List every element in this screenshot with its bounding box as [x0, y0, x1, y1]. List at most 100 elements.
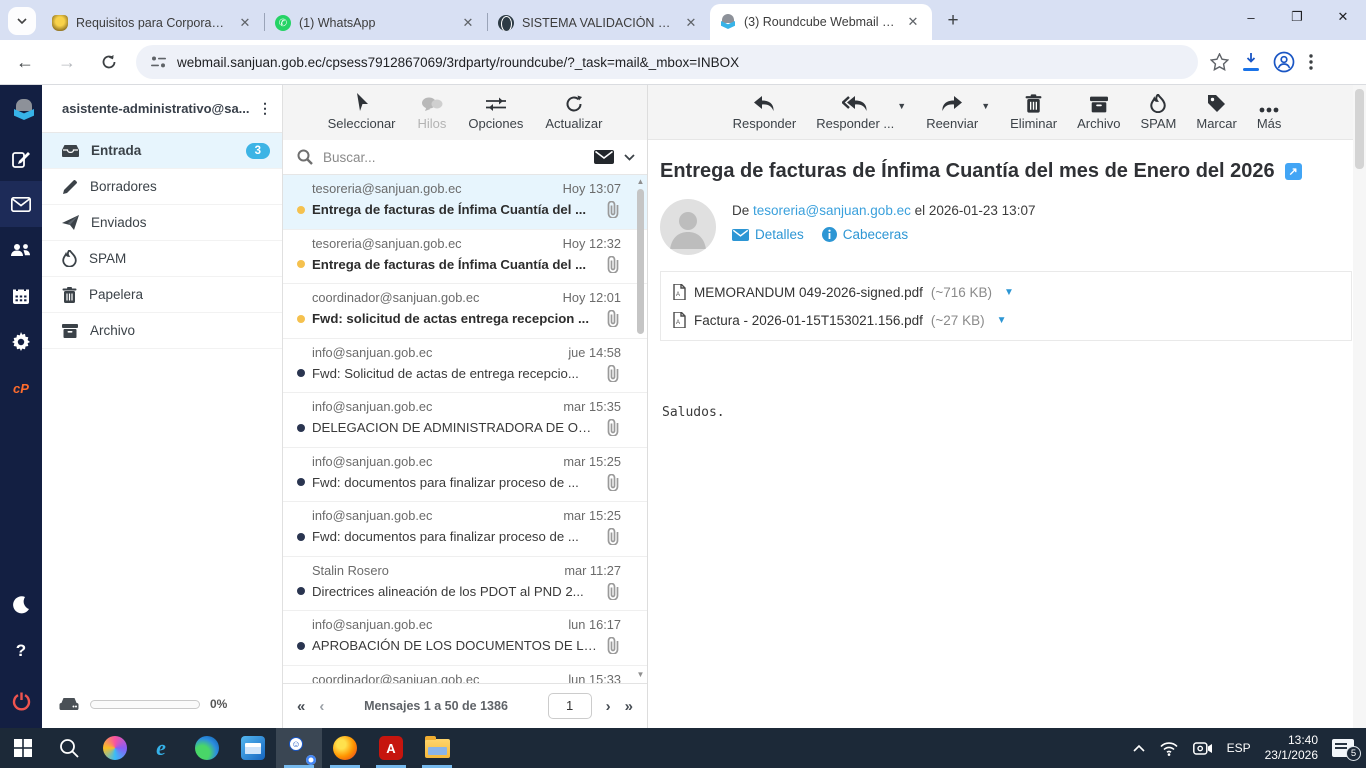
open-in-new-window-icon[interactable]: ↗ [1284, 163, 1302, 180]
copilot-icon[interactable] [92, 728, 138, 768]
list-item[interactable]: info@sanjuan.gob.ec jue 14:58 Fwd: Solici… [283, 339, 647, 393]
tray-expand-chevron-icon[interactable] [1133, 744, 1145, 752]
refresh-button[interactable]: Actualizar [545, 91, 602, 131]
notifications-icon[interactable]: 5 [1332, 739, 1361, 761]
edge-icon[interactable] [184, 728, 230, 768]
sidebar-item-entrada[interactable]: Entrada 3 [42, 133, 282, 169]
tab-requisitos[interactable]: Requisitos para Corporaciones ✕ [42, 6, 264, 40]
forward-button[interactable]: Reenviar [926, 91, 978, 131]
internet-explorer-icon[interactable]: e [138, 728, 184, 768]
sidebar-item-papelera[interactable]: Papelera [42, 277, 282, 313]
list-item[interactable]: info@sanjuan.gob.ec lun 16:17 APROBACIÓN … [283, 611, 647, 666]
outlook-icon[interactable] [230, 728, 276, 768]
sidebar-item-borradores[interactable]: Borradores [42, 169, 282, 205]
list-item[interactable]: tesoreria@sanjuan.gob.ec Hoy 12:32 Entreg… [283, 230, 647, 284]
delete-button[interactable]: Eliminar [1010, 91, 1057, 131]
details-link[interactable]: Detalles [732, 227, 804, 242]
headers-link[interactable]: Cabeceras [821, 227, 908, 242]
reader-scrollbar[interactable] [1353, 85, 1366, 728]
attachment-menu-caret-icon[interactable]: ▼ [997, 315, 1007, 326]
list-item[interactable]: info@sanjuan.gob.ec mar 15:25 Fwd: docume… [283, 502, 647, 557]
firefox-icon[interactable] [322, 728, 368, 768]
next-page-button[interactable]: › [606, 698, 611, 715]
downloads-icon[interactable] [1243, 53, 1259, 71]
browser-menu-icon[interactable] [1309, 54, 1313, 70]
archive-button[interactable]: Archivo [1077, 91, 1120, 131]
acrobat-icon[interactable]: A [368, 728, 414, 768]
url-text[interactable]: webmail.sanjuan.gob.ec/cpsess7912867069/… [177, 55, 739, 70]
more-button[interactable]: Más [1257, 91, 1281, 131]
account-menu-icon[interactable]: ⋮ [254, 100, 276, 117]
close-tab-icon[interactable]: ✕ [236, 14, 254, 32]
options-button[interactable]: Opciones [468, 91, 523, 131]
attachment-menu-caret-icon[interactable]: ▼ [1004, 287, 1014, 298]
reply-all-caret-icon[interactable]: ▼ [897, 101, 906, 111]
scrollbar-thumb[interactable] [637, 189, 644, 334]
reload-button[interactable] [92, 45, 126, 79]
calendar-icon[interactable] [0, 273, 42, 319]
contacts-icon[interactable] [0, 227, 42, 273]
close-window-button[interactable]: ✕ [1320, 0, 1366, 34]
list-item[interactable]: info@sanjuan.gob.ec mar 15:25 Fwd: docume… [283, 448, 647, 502]
taskbar-clock[interactable]: 13:40 23/1/2026 [1265, 733, 1318, 763]
prev-page-button[interactable]: ‹ [319, 698, 324, 715]
reply-button[interactable]: Responder [733, 91, 796, 131]
chrome-icon[interactable]: ☺ [276, 728, 322, 768]
page-number-input[interactable]: 1 [547, 693, 592, 719]
new-tab-button[interactable]: + [940, 10, 966, 32]
bookmark-star-icon[interactable] [1210, 53, 1229, 71]
list-item[interactable]: info@sanjuan.gob.ec mar 15:35 DELEGACION … [283, 393, 647, 448]
reply-all-button[interactable]: Responder ... [816, 91, 894, 131]
help-icon[interactable]: ? [0, 628, 42, 674]
restore-button[interactable]: ❐ [1274, 0, 1320, 34]
scrollbar-thumb[interactable] [1355, 89, 1364, 169]
taskbar-search-icon[interactable] [46, 728, 92, 768]
close-tab-icon[interactable]: ✕ [682, 14, 700, 32]
list-item[interactable]: tesoreria@sanjuan.gob.ec Hoy 13:07 Entreg… [283, 175, 647, 230]
attachment-item[interactable]: A Factura - 2026-01-15T153021.156.pdf (~… [673, 306, 1339, 334]
site-settings-icon[interactable] [150, 55, 167, 69]
meet-now-icon[interactable] [1192, 741, 1213, 756]
threads-button[interactable]: Hilos [418, 91, 446, 131]
minimize-button[interactable]: – [1228, 0, 1274, 34]
list-item[interactable]: Stalin Rosero mar 11:27 Directrices aline… [283, 557, 647, 611]
sender-email-link[interactable]: tesoreria@sanjuan.gob.ec [753, 203, 911, 218]
mark-button[interactable]: Marcar [1196, 91, 1237, 131]
search-scope-mail-icon[interactable] [594, 150, 614, 164]
tab-search-button[interactable] [8, 7, 36, 35]
tab-sistema-validacion[interactable]: SISTEMA VALIDACIÓN DE PERFI ✕ [488, 6, 710, 40]
forward-button[interactable]: → [50, 45, 84, 79]
last-page-button[interactable]: » [625, 698, 633, 715]
profile-icon[interactable] [1273, 51, 1295, 73]
sidebar-item-archivo[interactable]: Archivo [42, 313, 282, 349]
language-indicator[interactable]: ESP [1227, 741, 1251, 755]
sidebar-item-enviados[interactable]: Enviados [42, 205, 282, 241]
list-scrollbar[interactable]: ▲ ▼ [635, 177, 646, 683]
tab-roundcube-active[interactable]: (3) Roundcube Webmail :: Entra ✕ [710, 4, 932, 40]
mail-icon[interactable] [0, 181, 42, 227]
start-button[interactable] [0, 728, 46, 768]
wifi-icon[interactable] [1159, 741, 1179, 756]
forward-caret-icon[interactable]: ▼ [981, 101, 990, 111]
settings-gear-icon[interactable] [0, 319, 42, 365]
tab-whatsapp[interactable]: ✆ (1) WhatsApp ✕ [265, 6, 487, 40]
list-item[interactable]: coordinador@sanjuan.gob.ec Hoy 12:01 Fwd:… [283, 284, 647, 339]
select-button[interactable]: Seleccionar [328, 91, 396, 131]
spam-button[interactable]: SPAM [1140, 91, 1176, 131]
back-button[interactable]: ← [8, 45, 42, 79]
compose-icon[interactable] [0, 135, 42, 181]
cpanel-icon[interactable]: cP [0, 365, 42, 411]
close-tab-icon[interactable]: ✕ [904, 13, 922, 31]
attachment-item[interactable]: A MEMORANDUM 049-2026-signed.pdf (~716 K… [673, 278, 1339, 306]
close-tab-icon[interactable]: ✕ [459, 14, 477, 32]
list-item[interactable]: coordinador@sanjuan.gob.ec lun 15:33 [283, 666, 647, 684]
search-options-chevron-icon[interactable] [624, 153, 635, 161]
search-input[interactable] [323, 149, 584, 165]
address-bar[interactable]: webmail.sanjuan.gob.ec/cpsess7912867069/… [136, 45, 1198, 79]
file-explorer-icon[interactable] [414, 728, 460, 768]
first-page-button[interactable]: « [297, 698, 305, 715]
message-list-pane: Seleccionar Hilos Opciones Actualizar Bu… [283, 85, 648, 728]
dark-mode-moon-icon[interactable] [0, 582, 42, 628]
logout-power-icon[interactable] [0, 674, 42, 728]
sidebar-item-spam[interactable]: SPAM [42, 241, 282, 277]
